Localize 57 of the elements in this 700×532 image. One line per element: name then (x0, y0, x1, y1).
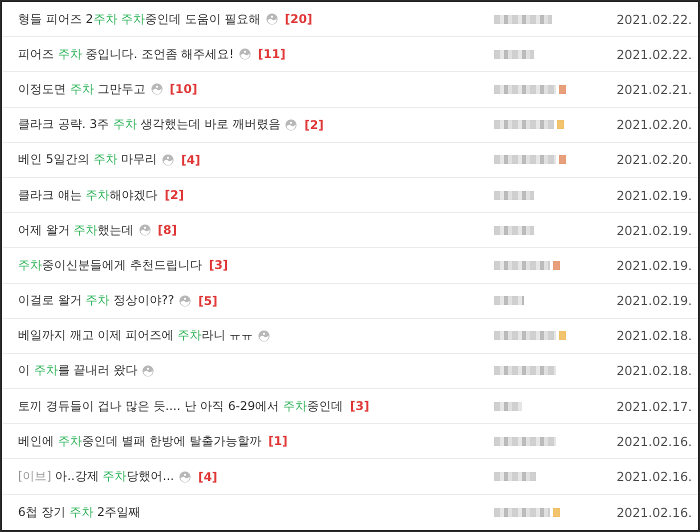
comment-count: [8] (158, 223, 177, 238)
blurred-author (494, 155, 556, 164)
comment-count: [2] (164, 188, 184, 202)
comment-count: [11] (258, 47, 286, 62)
comment-count: [5] (198, 294, 218, 308)
post-date: 2021.02.22. (615, 46, 693, 62)
post-date: 2021.02.19. (615, 222, 693, 238)
post-title[interactable]: 형들 피어즈 2주차 주차중인데 도움이 필요해 (18, 10, 261, 28)
post-date: 2021.02.22. (615, 12, 693, 27)
post-title[interactable]: 어제 왈거 주차했는데 (18, 222, 134, 239)
post-title[interactable]: [이브] 아..강제 주차당했어... (18, 468, 174, 486)
post-title[interactable]: 이걸로 왈거 주차 정상이야?? (18, 292, 174, 310)
blurred-author (494, 84, 556, 94)
post-date: 2021.02.16. (615, 434, 693, 449)
comment-count: [20] (284, 12, 312, 26)
blurred-author (494, 14, 552, 24)
post-title[interactable]: 이 주차를 끝내러 왔다 (18, 362, 138, 380)
blurred-author (494, 50, 534, 59)
blurred-author (494, 402, 522, 411)
comment-count: [4] (181, 152, 200, 167)
blurred-author (494, 226, 534, 235)
blurred-author (494, 366, 556, 376)
blurred-author (494, 331, 556, 340)
post-date: 2021.02.19. (615, 293, 693, 308)
blurred-author (494, 120, 554, 130)
post-date: 2021.02.20. (615, 152, 693, 168)
post-date: 2021.02.21. (615, 82, 693, 97)
post-title[interactable]: 토끼 경듀들이 겁나 많은 듯.... 난 아직 6-29에서 주차중인데 (18, 398, 344, 415)
blurred-author (494, 436, 556, 446)
post-title[interactable]: 베일까지 깨고 이제 피어즈에 주차라니 ㅠㅠ (18, 327, 254, 344)
blurred-author (494, 296, 524, 306)
post-date: 2021.02.19. (615, 258, 693, 273)
post-date: 2021.02.19. (615, 188, 693, 203)
post-date: 2021.02.20. (615, 117, 693, 132)
comment-count: [4] (198, 470, 218, 484)
blurred-author (494, 508, 550, 517)
comment-count: [3] (208, 258, 228, 272)
post-title[interactable]: 베인에 주차중인데 별패 한방에 탈출가능할까 (18, 432, 262, 450)
blurred-author (494, 190, 534, 200)
post-date: 2021.02.18. (615, 328, 693, 344)
comment-count: [2] (304, 118, 324, 132)
comment-count: [10] (170, 82, 198, 96)
post-title[interactable]: 피어즈 주차 중입니다. 조언좀 해주세요! (18, 46, 234, 63)
post-title[interactable]: 베인 5일간의 주차 마무리 (18, 151, 158, 168)
blurred-author (494, 472, 536, 482)
post-title[interactable]: 이정도면 주차 그만두고 (18, 80, 146, 98)
post-title[interactable]: 클라크 공략. 3주 주차 생각했는데 바로 깨버렸음 (18, 116, 280, 134)
post-date: 2021.02.16. (615, 469, 693, 484)
post-date: 2021.02.16. (615, 504, 693, 520)
post-title[interactable]: 6첩 장기 주차 2주일째 (18, 504, 141, 521)
comment-count: [3] (350, 399, 370, 414)
blurred-author (494, 260, 550, 270)
post-date: 2021.02.17. (615, 398, 693, 414)
post-title[interactable]: 클라크 얘는 주차해야겠다 (18, 186, 158, 204)
comment-count: [1] (268, 434, 288, 448)
post-date: 2021.02.18. (615, 363, 693, 378)
post-title[interactable]: 주차중이신분들에게 추천드립니다 (18, 256, 202, 274)
